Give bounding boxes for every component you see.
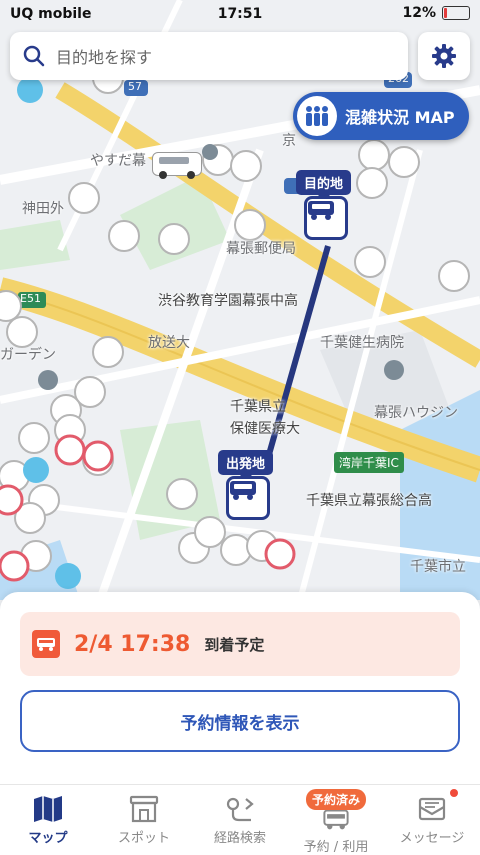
origin-pin[interactable] <box>226 476 270 520</box>
route-shield-e51: E51 <box>20 292 41 305</box>
tab-message-label: メッセージ <box>399 831 465 846</box>
battery-percent: 12% <box>402 5 436 21</box>
tab-route-label: 経路検索 <box>213 831 266 846</box>
battery-icon <box>442 6 470 20</box>
map-label-kanda: 神田外 <box>22 201 64 217</box>
settings-button[interactable] <box>418 32 470 80</box>
destination-pin[interactable] <box>304 196 348 240</box>
map-icon <box>34 796 62 822</box>
tab-map[interactable]: マップ <box>0 785 96 855</box>
reservation-sheet: 2/4 17:38 到着予定 予約情報を表示 <box>0 592 480 784</box>
map-label-kyo: 京 <box>282 133 296 149</box>
tab-spot[interactable]: スポット <box>96 785 192 855</box>
search-icon <box>23 45 45 67</box>
map-label-ic: 湾岸千葉IC <box>334 452 404 473</box>
mail-icon <box>418 797 446 821</box>
map-label-hoken-iryo-1: 千葉県立 <box>230 399 286 415</box>
eta-time: 2/4 17:38 <box>74 631 191 657</box>
map-label-garden: ガーデン <box>0 347 56 363</box>
origin-bus-icon <box>230 481 256 500</box>
map-label-chiba-shiritsu: 千葉市立 <box>410 559 466 575</box>
tab-bar: マップ スポット 経路検索 予約済み 予約 / 利用 メッセージ <box>0 784 480 855</box>
map-label-makuhari-post: 幕張郵便局 <box>226 241 296 257</box>
tab-message[interactable]: メッセージ <box>384 785 480 855</box>
map-label-kenritsu-sogo: 千葉県立幕張総合高 <box>306 493 432 509</box>
reserved-badge: 予約済み <box>305 789 366 810</box>
tab-map-label: マップ <box>28 831 68 846</box>
origin-label: 出発地 <box>218 450 274 481</box>
crowd-map-button[interactable]: 混雑状況 MAP <box>293 92 469 140</box>
bus-icon <box>32 630 60 658</box>
map-label-makuhari-house: 幕張ハウジン <box>374 405 458 421</box>
status-bar: UQ mobile 17:51 12% <box>0 0 480 28</box>
destination-bus-icon <box>308 201 334 220</box>
map-label-yasuda: やすだ幕 <box>90 153 146 169</box>
tab-reservation[interactable]: 予約済み 予約 / 利用 <box>288 785 384 855</box>
search-bar[interactable]: 目的地を探す <box>10 32 408 80</box>
status-right: 12% <box>402 5 470 21</box>
map-label-hoken-iryo-2: 保健医療大 <box>230 421 300 437</box>
notification-dot <box>450 789 458 797</box>
search-placeholder: 目的地を探す <box>56 48 153 67</box>
gear-icon <box>432 44 456 68</box>
destination-label: 目的地 <box>296 170 352 201</box>
people-icon <box>297 96 337 136</box>
eta-note: 到着予定 <box>204 635 265 654</box>
map-label-chiba-kensei: 千葉健生病院 <box>320 335 404 351</box>
route-shield-57: 57 <box>128 80 142 93</box>
tab-reservation-label: 予約 / 利用 <box>303 840 369 855</box>
map-label-hoso-dai: 放送大 <box>148 335 190 351</box>
map-view[interactable]: やすだ幕 神田外 幕張郵便局 渋谷教育学園幕張中高 放送大 千葉健生病院 ガーデ… <box>0 0 480 600</box>
reservation-bus-icon <box>323 809 349 830</box>
crowd-map-label: 混雑状況 MAP <box>345 108 455 127</box>
eta-card: 2/4 17:38 到着予定 <box>20 612 460 676</box>
tab-route[interactable]: 経路検索 <box>192 785 288 855</box>
shop-icon <box>129 795 159 823</box>
map-label-shibuya-school: 渋谷教育学園幕張中高 <box>158 293 298 309</box>
route-icon <box>226 797 254 822</box>
van-icon <box>152 152 202 179</box>
tab-spot-label: スポット <box>117 831 170 846</box>
show-reservation-button[interactable]: 予約情報を表示 <box>20 690 460 752</box>
